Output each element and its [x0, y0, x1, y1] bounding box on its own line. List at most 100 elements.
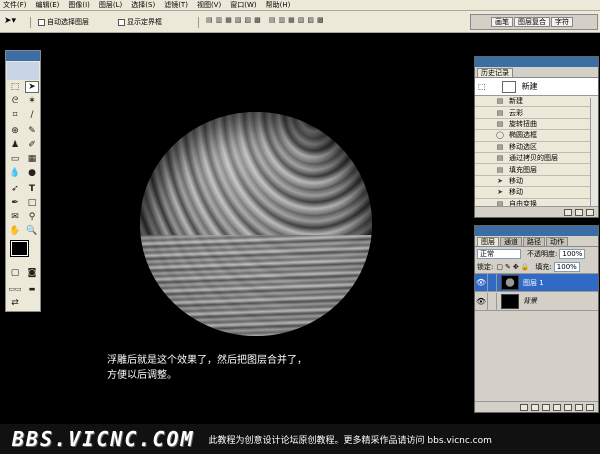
- snapshot-label: 新建: [521, 82, 538, 91]
- fill-label: 填充:: [535, 262, 552, 271]
- crop-tool-icon[interactable]: ⌗: [8, 109, 22, 121]
- stamp-tool-icon[interactable]: ♟: [8, 139, 22, 151]
- history-item[interactable]: ▤ 通过拷贝的图层: [475, 152, 598, 165]
- magic-wand-icon[interactable]: ✶: [25, 95, 39, 107]
- fullscreen-mode-icon[interactable]: ▬: [25, 283, 39, 295]
- tab-actions[interactable]: 动作: [546, 237, 568, 246]
- layer-style-icon[interactable]: [531, 403, 539, 411]
- history-item[interactable]: ▤ 移动选区: [475, 141, 598, 153]
- history-scrollbar[interactable]: [590, 98, 598, 208]
- slice-tool-icon[interactable]: ∕: [25, 109, 39, 121]
- history-snapshot[interactable]: ⬚ 新建: [475, 78, 598, 96]
- history-item[interactable]: ➤ 移动: [475, 187, 598, 199]
- show-bounds-checkbox[interactable]: [118, 18, 125, 26]
- imageready-icon[interactable]: ⇄: [8, 297, 22, 309]
- history-item[interactable]: ▤ 填充图层: [475, 164, 598, 176]
- gradient-tool-icon[interactable]: ▦: [25, 153, 39, 165]
- history-item[interactable]: ▤ 新建: [475, 96, 598, 108]
- toolbox: ⬚ ➤ ᘓ ✶ ⌗ ∕ ⊕ ✎ ♟ ✐ ▭ ▦ 💧 ● ➶ T ✒ □ ✉ ⚲ …: [5, 50, 41, 312]
- lock-icons[interactable]: ▢✎✥🔒: [496, 263, 531, 271]
- well-tab-character[interactable]: 字符: [551, 17, 573, 27]
- well-tab-brushes[interactable]: 画笔: [491, 17, 513, 27]
- tab-paths[interactable]: 路径: [523, 237, 545, 246]
- blur-tool-icon[interactable]: 💧: [8, 167, 22, 179]
- menu-select[interactable]: 选择(S): [131, 0, 155, 10]
- brush-link-icon[interactable]: [487, 274, 497, 291]
- menu-window[interactable]: 窗口(W): [230, 0, 256, 10]
- menu-layer[interactable]: 图层(L): [99, 0, 122, 10]
- toolbox-logo[interactable]: [7, 62, 39, 80]
- healing-brush-icon[interactable]: ⊕: [8, 125, 22, 137]
- trash-icon[interactable]: [586, 403, 594, 411]
- history-item[interactable]: ➤ 移动: [475, 175, 598, 188]
- eyedropper-icon[interactable]: ⚲: [25, 211, 39, 223]
- lasso-tool-icon[interactable]: ᘓ: [8, 95, 22, 107]
- layer-row-selected[interactable]: 👁 图层 1: [475, 273, 598, 292]
- history-item[interactable]: ◯ 椭圆选框: [475, 130, 598, 142]
- link-icon[interactable]: [487, 292, 497, 310]
- history-item[interactable]: ▤ 云彩: [475, 107, 598, 119]
- eraser-tool-icon[interactable]: ▭: [8, 153, 22, 165]
- marquee-tool-icon[interactable]: ⬚: [8, 81, 22, 93]
- layer-mask-icon[interactable]: [542, 403, 550, 411]
- menu-filter[interactable]: 滤镜(T): [164, 0, 188, 10]
- history-item[interactable]: ▤ 旋转扭曲: [475, 118, 598, 131]
- blend-mode-select[interactable]: 正常: [477, 248, 521, 259]
- link-layers-icon[interactable]: [520, 403, 528, 411]
- fill-input[interactable]: 100%: [553, 261, 580, 272]
- zoom-tool-icon[interactable]: 🔍: [25, 225, 39, 237]
- new-layer-icon[interactable]: [575, 403, 583, 411]
- eye-icon[interactable]: 👁: [475, 278, 487, 287]
- trash-icon[interactable]: [586, 208, 594, 216]
- well-tab-layer-comps[interactable]: 图层复合: [514, 17, 550, 27]
- auto-select-checkbox[interactable]: [38, 18, 45, 26]
- tab-layers[interactable]: 图层: [477, 237, 499, 246]
- tab-history[interactable]: 历史记录: [477, 68, 513, 77]
- layers-panel: 图层 通道 路径 动作 正常 不透明度: 100% 锁定: ▢✎✥🔒 填充: 1…: [474, 225, 599, 413]
- history-brush-icon[interactable]: ✐: [25, 139, 39, 151]
- align-icons[interactable]: ▤▥▦▧▨▩ ▤▥▦▧▨▩: [206, 16, 327, 24]
- standard-mode-icon[interactable]: ▢: [8, 267, 22, 279]
- show-bounds-option[interactable]: 显示定界框: [118, 17, 162, 27]
- foreground-color-swatch[interactable]: [10, 240, 29, 257]
- move-tool-icon[interactable]: ➤: [25, 81, 39, 93]
- layer-row[interactable]: 👁 背景: [475, 292, 598, 311]
- screen-mode-icon[interactable]: ▭▭: [8, 283, 22, 295]
- menu-image[interactable]: 图像(I): [68, 0, 90, 10]
- tab-channels[interactable]: 通道: [500, 237, 522, 246]
- menu-view[interactable]: 视图(V): [197, 0, 221, 10]
- new-snapshot-icon[interactable]: [575, 208, 583, 216]
- move-tool-icon[interactable]: ➤▾: [4, 16, 16, 26]
- menu-edit[interactable]: 编辑(E): [36, 0, 60, 10]
- brush-tool-icon[interactable]: ✎: [25, 125, 39, 137]
- auto-select-option[interactable]: 自动选择图层: [38, 17, 89, 27]
- history-titlebar[interactable]: [475, 57, 598, 67]
- site-logo: BBS.VICNC.COM: [12, 427, 195, 451]
- adjustment-layer-icon[interactable]: [553, 403, 561, 411]
- history-item-label: 通过拷贝的图层: [509, 154, 558, 163]
- new-document-from-state-icon[interactable]: [564, 208, 572, 216]
- layers-footer: [475, 401, 598, 412]
- menu-bar: 文件(F) 编辑(E) 图像(I) 图层(L) 选择(S) 滤镜(T) 视图(V…: [0, 0, 600, 11]
- snapshot-brush-icon[interactable]: ⬚: [478, 82, 486, 91]
- dodge-tool-icon[interactable]: ●: [25, 167, 39, 179]
- path-select-icon[interactable]: ➶: [8, 183, 22, 195]
- eye-icon[interactable]: 👁: [475, 297, 487, 306]
- layer-name[interactable]: 图层 1: [523, 278, 544, 288]
- opacity-input[interactable]: 100%: [559, 248, 586, 259]
- layers-titlebar[interactable]: [475, 226, 598, 236]
- layer-name[interactable]: 背景: [523, 296, 537, 306]
- pen-tool-icon[interactable]: ✒: [8, 197, 22, 209]
- shape-tool-icon[interactable]: □: [25, 197, 39, 209]
- toolbox-titlebar[interactable]: [6, 51, 40, 61]
- history-item-label: 云彩: [509, 108, 523, 117]
- new-group-icon[interactable]: [564, 403, 572, 411]
- menu-file[interactable]: 文件(F): [3, 0, 27, 10]
- hand-tool-icon[interactable]: ✋: [8, 225, 22, 237]
- menu-help[interactable]: 帮助(H): [266, 0, 291, 10]
- embossed-circle-artwork: [140, 112, 372, 336]
- quickmask-mode-icon[interactable]: ◙: [25, 267, 39, 279]
- type-tool-icon[interactable]: T: [25, 183, 39, 195]
- layers-tabs: 图层 通道 路径 动作: [475, 236, 598, 247]
- notes-tool-icon[interactable]: ✉: [8, 211, 22, 223]
